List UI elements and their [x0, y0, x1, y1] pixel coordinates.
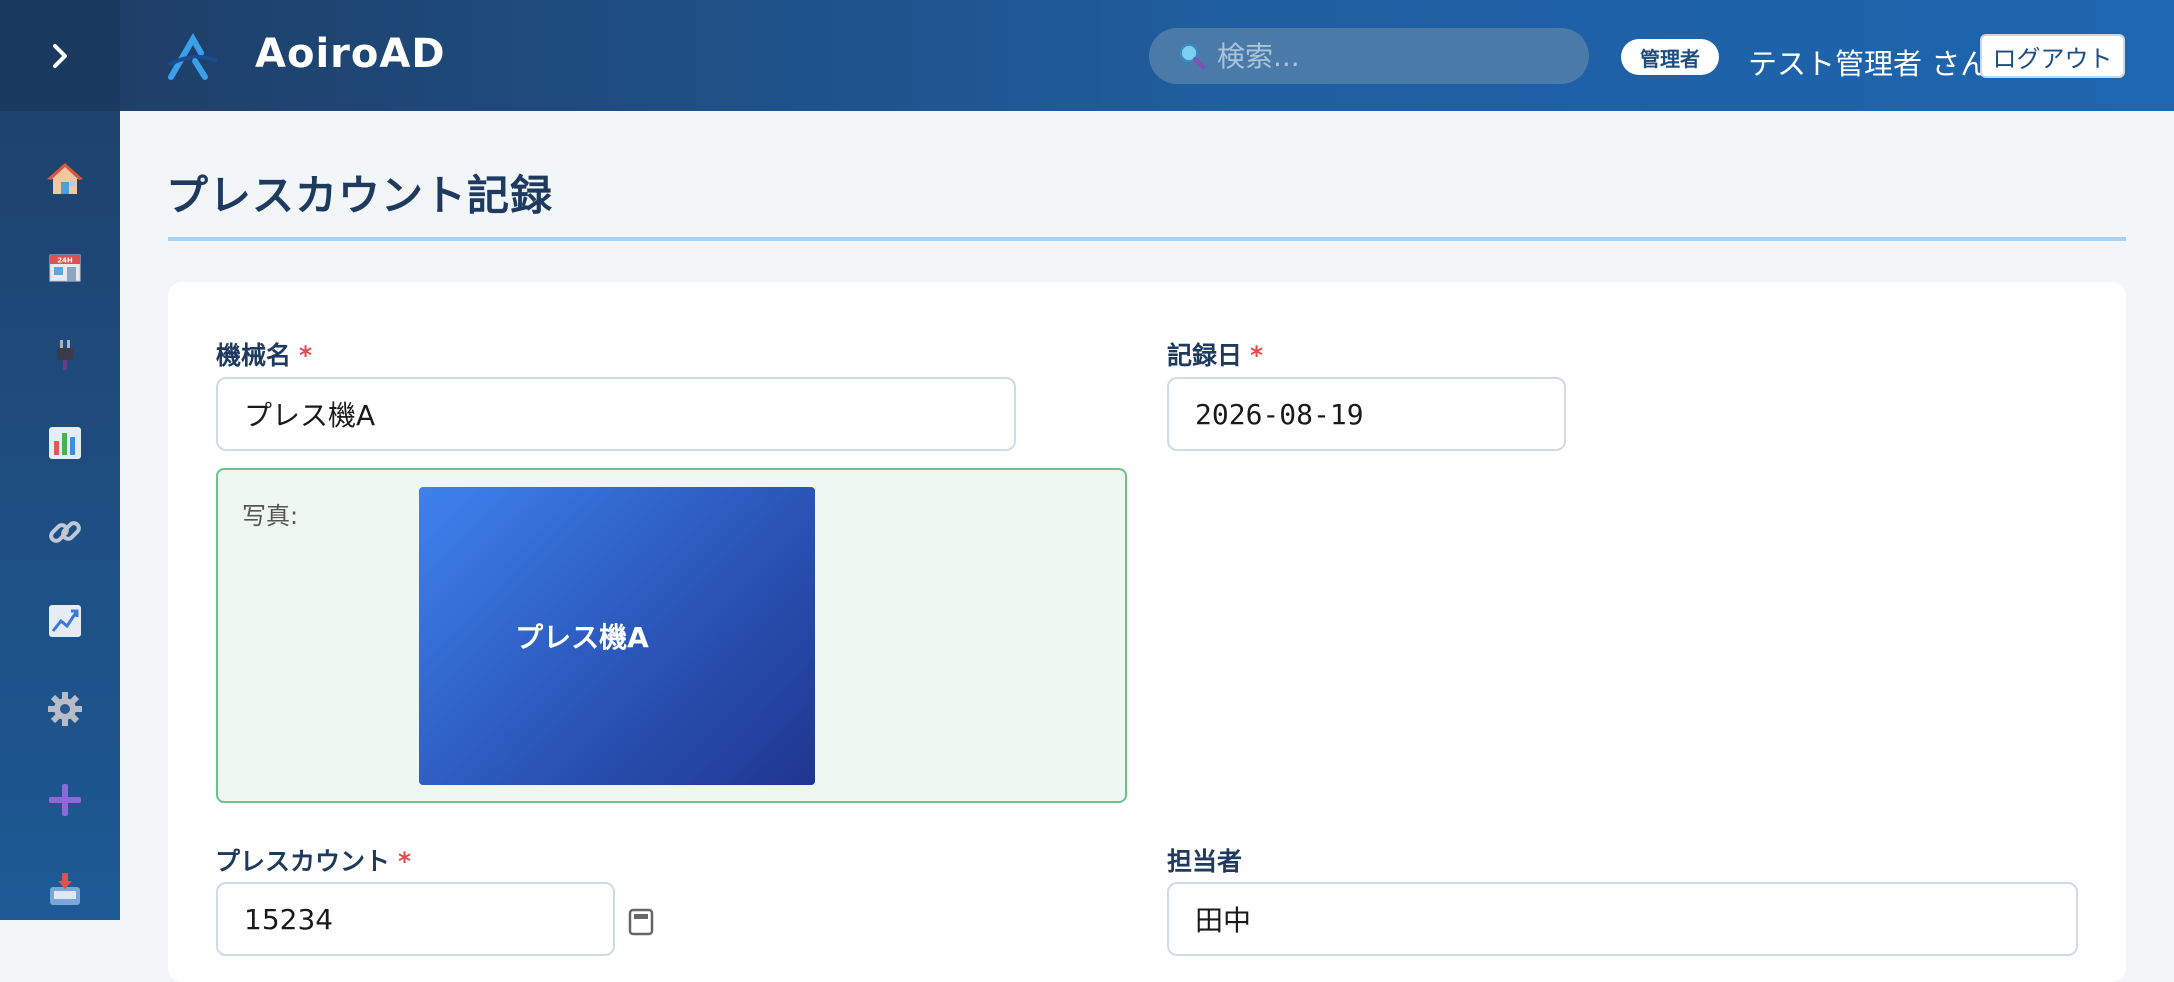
trend-chart-icon	[49, 605, 81, 637]
sidebar-item-import[interactable]	[42, 866, 88, 912]
role-badge: 管理者	[1621, 39, 1719, 75]
plus-icon	[49, 784, 81, 816]
count-label: プレスカウント *	[215, 847, 412, 876]
sidebar-item-report[interactable]	[42, 420, 88, 466]
machine-label: 機械名 *	[216, 341, 313, 370]
search-icon	[1180, 44, 1205, 69]
sidebar: 24H	[0, 0, 120, 920]
svg-text:24H: 24H	[57, 257, 73, 265]
required-mark: *	[299, 341, 313, 370]
inbox-tray-icon	[50, 873, 80, 905]
user-name: テスト管理者 さん	[1748, 47, 1990, 81]
sidebar-item-machine[interactable]	[42, 332, 88, 378]
sidebar-item-store[interactable]: 24H	[42, 244, 88, 290]
sidebar-item-link[interactable]	[42, 509, 88, 555]
gear-icon	[48, 692, 82, 726]
bar-chart-icon	[49, 427, 81, 459]
search-input[interactable]	[1217, 39, 1557, 73]
machine-select[interactable]: プレス機A	[216, 377, 1016, 451]
required-mark: *	[1250, 341, 1264, 370]
sidebar-item-home[interactable]	[42, 156, 88, 202]
link-icon	[49, 521, 81, 543]
chevron-right-icon	[53, 43, 67, 68]
calculator-icon[interactable]	[627, 908, 655, 936]
date-input[interactable]: 2026-08-19	[1167, 377, 1566, 451]
brand-name: AoiroAD	[255, 31, 446, 77]
top-header: AoiroAD 管理者 テスト管理者 さん ログアウト	[120, 0, 2174, 111]
plug-icon	[57, 340, 73, 370]
sidebar-toggle-button[interactable]	[0, 0, 120, 111]
title-divider	[168, 237, 2126, 241]
photo-label: 写真:	[242, 502, 299, 530]
search-box[interactable]	[1149, 28, 1589, 84]
logo-icon	[167, 33, 218, 80]
sidebar-item-settings[interactable]	[42, 686, 88, 732]
store-icon: 24H	[49, 254, 81, 282]
date-label: 記録日 *	[1167, 341, 1264, 370]
sidebar-item-add[interactable]	[42, 777, 88, 823]
count-input[interactable]: 15234	[216, 882, 615, 956]
photo-caption: プレス機A	[515, 621, 649, 654]
page-title: プレスカウント記録	[166, 171, 554, 220]
person-input[interactable]: 田中	[1167, 882, 2078, 956]
logout-button[interactable]: ログアウト	[1980, 34, 2125, 78]
machine-photo: プレス機A	[419, 487, 815, 785]
home-icon	[47, 163, 83, 194]
person-label: 担当者	[1167, 847, 1243, 876]
sidebar-item-trend[interactable]	[42, 598, 88, 644]
required-mark: *	[398, 847, 412, 876]
